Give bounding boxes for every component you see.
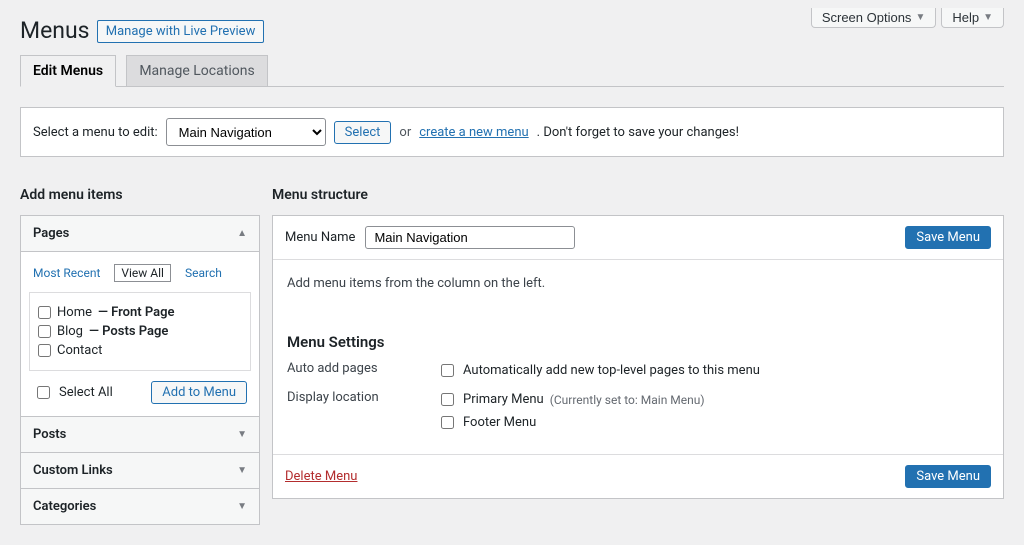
accordion-posts-header[interactable]: Posts ▼ [21, 417, 259, 453]
caret-down-icon: ▼ [237, 465, 247, 476]
page-label: Blog [57, 324, 83, 339]
display-location-label: Display location [287, 390, 437, 436]
pages-tab-search[interactable]: Search [185, 266, 222, 280]
location-footer-label: Footer Menu [463, 415, 536, 430]
help-label: Help [952, 10, 979, 25]
auto-add-label: Auto add pages [287, 361, 437, 384]
page-checkbox-contact[interactable] [38, 344, 51, 357]
list-item: Blog — Posts Page [38, 322, 242, 341]
caret-down-icon: ▼ [983, 12, 993, 23]
help-button[interactable]: Help ▼ [941, 8, 1004, 28]
location-primary-label: Primary Menu [463, 392, 544, 407]
list-item: Home — Front Page [38, 303, 242, 322]
accordion-categories-header[interactable]: Categories ▼ [21, 489, 259, 524]
page-label: Home [57, 305, 92, 320]
page-label: Contact [57, 343, 102, 358]
accordion-pages-header[interactable]: Pages ▲ [21, 216, 259, 252]
auto-add-text: Automatically add new top-level pages to… [463, 363, 760, 378]
instructions-text: Add menu items from the column on the le… [287, 276, 989, 291]
page-suffix: — Front Page [98, 305, 175, 320]
delete-menu-link[interactable]: Delete Menu [285, 469, 357, 484]
or-text: or [399, 125, 411, 140]
tab-edit-menus[interactable]: Edit Menus [20, 55, 116, 87]
save-menu-button-bottom[interactable]: Save Menu [905, 465, 991, 488]
location-primary-checkbox[interactable] [441, 393, 454, 406]
menu-name-input[interactable] [365, 226, 575, 249]
caret-down-icon: ▼ [237, 501, 247, 512]
select-all-checkbox[interactable] [37, 386, 50, 399]
page-checkbox-blog[interactable] [38, 325, 51, 338]
auto-add-checkbox[interactable] [441, 364, 454, 377]
accordion-posts-title: Posts [33, 427, 66, 442]
menu-name-label: Menu Name [285, 230, 355, 245]
select-all-wrapper[interactable]: Select All [33, 383, 113, 402]
location-primary-note: (Currently set to: Main Menu) [550, 393, 705, 407]
list-item: Contact [38, 341, 242, 360]
menu-settings-heading: Menu Settings [287, 321, 989, 351]
add-items-heading: Add menu items [20, 187, 260, 203]
add-to-menu-button[interactable]: Add to Menu [151, 381, 247, 404]
create-menu-link[interactable]: create a new menu [419, 125, 528, 140]
menu-select[interactable]: Main Navigation [166, 118, 326, 146]
select-button[interactable]: Select [334, 121, 392, 144]
live-preview-button[interactable]: Manage with Live Preview [97, 20, 265, 43]
accordion-pages-title: Pages [33, 226, 69, 241]
accordion-custom-links-title: Custom Links [33, 463, 113, 478]
menu-structure-heading: Menu structure [272, 187, 1004, 203]
accordion-custom-links-header[interactable]: Custom Links ▼ [21, 453, 259, 489]
screen-options-button[interactable]: Screen Options ▼ [811, 8, 937, 28]
page-title: Menus [20, 8, 90, 48]
page-checkbox-home[interactable] [38, 306, 51, 319]
pages-tab-recent[interactable]: Most Recent [33, 266, 100, 280]
caret-down-icon: ▼ [915, 12, 925, 23]
tab-manage-locations[interactable]: Manage Locations [126, 55, 267, 86]
reminder-text: . Don't forget to save your changes! [537, 125, 739, 140]
save-menu-button-top[interactable]: Save Menu [905, 226, 991, 249]
select-all-label: Select All [59, 385, 113, 400]
caret-down-icon: ▼ [237, 429, 247, 440]
accordion-categories-title: Categories [33, 499, 96, 514]
page-suffix: — Posts Page [89, 324, 168, 339]
location-footer-checkbox[interactable] [441, 416, 454, 429]
pages-tab-all[interactable]: View All [114, 264, 171, 282]
caret-up-icon: ▲ [237, 228, 247, 239]
screen-options-label: Screen Options [822, 10, 912, 25]
select-menu-label: Select a menu to edit: [33, 125, 158, 140]
